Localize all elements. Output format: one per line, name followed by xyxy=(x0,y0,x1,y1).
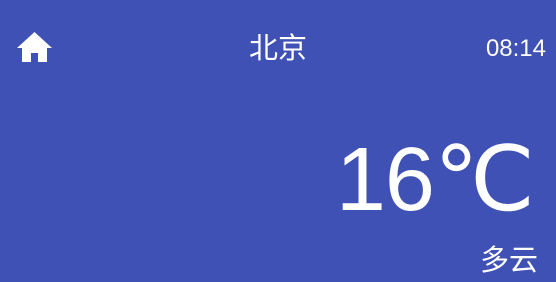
city-name: 北京 xyxy=(248,31,307,65)
weather-condition: 多云 xyxy=(479,243,538,277)
clock-time: 08:14 xyxy=(485,35,546,62)
temperature-value: 16℃ xyxy=(335,130,535,230)
